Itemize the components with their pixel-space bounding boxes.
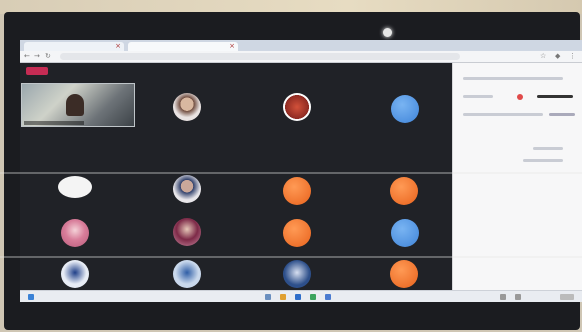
clock[interactable] <box>560 294 574 300</box>
participant-avatar[interactable] <box>173 175 201 203</box>
screen: × × ← → ↻ ☆ ◆ ⋮ <box>20 40 582 302</box>
side-panel-status-dot <box>517 94 523 100</box>
participant-avatar[interactable] <box>283 177 311 205</box>
browser-tab[interactable]: × <box>24 42 124 51</box>
taskbar-app-icon[interactable] <box>265 294 271 300</box>
browser-address-bar: ← → ↻ ☆ ◆ ⋮ <box>20 51 582 63</box>
participant-avatar[interactable] <box>61 260 89 288</box>
url-field[interactable] <box>60 53 460 60</box>
participant-avatar[interactable] <box>390 260 418 288</box>
side-panel-text <box>463 113 543 116</box>
screen-glare <box>0 256 582 258</box>
side-panel-text <box>533 147 563 150</box>
participant-avatar[interactable] <box>391 219 419 247</box>
extensions-icon[interactable]: ◆ <box>555 52 560 61</box>
reload-icon[interactable]: ↻ <box>45 52 51 61</box>
side-panel-button[interactable] <box>537 95 573 98</box>
participant-avatar[interactable] <box>283 219 311 247</box>
taskbar-app-icon[interactable] <box>295 294 301 300</box>
participant-name-caption <box>24 121 84 125</box>
recording-badge <box>26 67 48 75</box>
back-icon[interactable]: ← <box>24 52 30 61</box>
tray-icon[interactable] <box>500 294 506 300</box>
side-panel-header <box>463 77 563 80</box>
participant-avatar[interactable] <box>283 93 311 121</box>
taskbar-app-icon[interactable] <box>280 294 286 300</box>
close-icon[interactable]: × <box>229 42 235 51</box>
participant-avatar[interactable] <box>58 176 92 198</box>
participant-avatar[interactable] <box>390 177 418 205</box>
forward-icon[interactable]: → <box>34 52 40 61</box>
participant-avatar[interactable] <box>283 260 311 288</box>
participant-person <box>66 94 84 116</box>
participant-video-tile[interactable] <box>21 83 135 127</box>
star-icon[interactable]: ☆ <box>540 52 546 61</box>
screen-glare <box>0 172 582 174</box>
webcam-icon <box>383 28 392 37</box>
taskbar-app-icon[interactable] <box>310 294 316 300</box>
close-icon[interactable]: × <box>115 42 121 51</box>
participant-avatar[interactable] <box>61 219 89 247</box>
tray-icon[interactable] <box>515 294 521 300</box>
side-panel-text <box>549 113 575 116</box>
participant-avatar[interactable] <box>173 260 201 288</box>
menu-icon[interactable]: ⋮ <box>569 52 576 61</box>
side-panel-text <box>523 159 563 162</box>
taskbar-app-icon[interactable] <box>325 294 331 300</box>
participant-avatar[interactable] <box>173 93 201 121</box>
taskbar <box>20 290 582 302</box>
browser-tab-active[interactable]: × <box>128 42 238 51</box>
participant-avatar[interactable] <box>173 218 201 246</box>
browser-tab-bar: × × <box>20 40 582 51</box>
start-icon[interactable] <box>28 294 34 300</box>
side-panel-tab[interactable] <box>463 95 493 98</box>
participant-avatar[interactable] <box>391 95 419 123</box>
